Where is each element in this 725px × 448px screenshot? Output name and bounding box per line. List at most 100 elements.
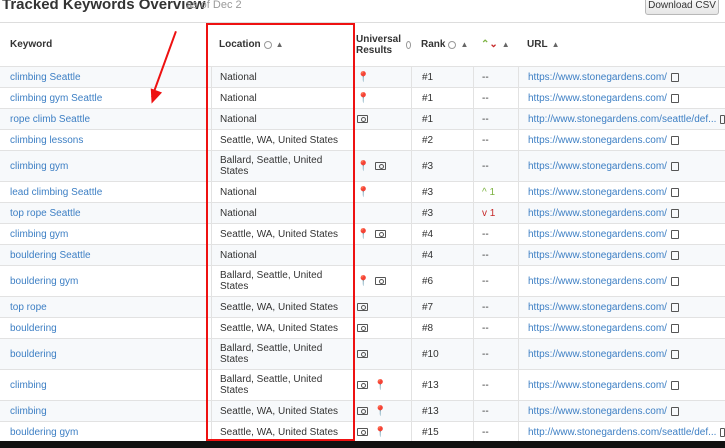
copy-icon[interactable] (670, 323, 679, 333)
change-value: -- (482, 301, 489, 313)
copy-icon[interactable] (670, 302, 679, 312)
universal-results-cell: 📍 (353, 88, 411, 108)
keyword-cell: top rope Seattle (0, 203, 211, 223)
copy-icon[interactable] (670, 187, 679, 197)
keyword-link[interactable]: bouldering Seattle (10, 250, 91, 261)
change-cell: -- (473, 245, 518, 265)
url-link[interactable]: https://www.stonegardens.com/ (528, 276, 667, 287)
url-link[interactable]: https://www.stonegardens.com/ (528, 72, 667, 83)
universal-results-cell (353, 297, 411, 317)
location-text: National (220, 71, 257, 83)
location-text: Seattle, WA, United States (220, 322, 339, 334)
keyword-link[interactable]: top rope (10, 302, 47, 313)
rank-value: #1 (422, 92, 434, 104)
url-link[interactable]: https://www.stonegardens.com/ (528, 380, 667, 391)
keyword-link[interactable]: climbing gym (10, 229, 68, 240)
sort-asc-icon[interactable]: ▲ (276, 39, 284, 50)
info-icon[interactable] (263, 40, 272, 49)
keyword-link[interactable]: top rope Seattle (10, 208, 81, 219)
location-text: National (220, 207, 257, 219)
keyword-link[interactable]: bouldering (10, 323, 57, 334)
url-link[interactable]: https://www.stonegardens.com/ (528, 93, 667, 104)
column-header-universal-results[interactable]: Universal Results (353, 23, 411, 66)
location-text: National (220, 92, 257, 104)
url-link[interactable]: https://www.stonegardens.com/ (528, 250, 667, 261)
change-value: -- (482, 405, 489, 417)
copy-icon[interactable] (670, 72, 679, 82)
copy-icon[interactable] (720, 427, 725, 437)
copy-icon[interactable] (670, 93, 679, 103)
copy-icon[interactable] (670, 349, 679, 359)
keyword-link[interactable]: climbing gym Seattle (10, 93, 102, 104)
url-link[interactable]: https://www.stonegardens.com/ (528, 229, 667, 240)
keyword-link[interactable]: bouldering (10, 349, 57, 360)
change-value: v 1 (482, 207, 496, 219)
url-link[interactable]: https://www.stonegardens.com/ (528, 187, 667, 198)
copy-icon[interactable] (670, 161, 679, 171)
copy-icon[interactable] (670, 380, 679, 390)
change-down-icon: ⌄ (489, 39, 498, 50)
column-header-rank[interactable]: Rank ▲ (411, 23, 473, 66)
location-cell: Seattle, WA, United States (211, 401, 353, 421)
url-cell: https://www.stonegardens.com/ (518, 67, 725, 87)
change-cell: -- (473, 109, 518, 129)
url-link[interactable]: https://www.stonegardens.com/ (528, 161, 667, 172)
copy-icon[interactable] (670, 229, 679, 239)
rank-value: #1 (422, 71, 434, 83)
rank-value: #15 (422, 426, 439, 438)
location-cell: National (211, 182, 353, 202)
keyword-link[interactable]: lead climbing Seattle (10, 187, 102, 198)
copy-icon[interactable] (720, 114, 725, 124)
change-cell: -- (473, 297, 518, 317)
keyword-link[interactable]: climbing gym (10, 161, 68, 172)
universal-results-cell: 📍 (353, 401, 411, 421)
url-cell: https://www.stonegardens.com/ (518, 224, 725, 244)
camera-icon (357, 381, 368, 389)
keyword-link[interactable]: bouldering gym (10, 427, 78, 438)
url-cell: https://www.stonegardens.com/ (518, 88, 725, 108)
sort-asc-icon[interactable]: ▲ (552, 40, 560, 49)
url-link[interactable]: https://www.stonegardens.com/ (528, 135, 667, 146)
table-row: climbing gym Ballard, Seattle, United Sta… (0, 151, 725, 182)
url-link[interactable]: http://www.stonegardens.com/seattle/def.… (528, 114, 716, 125)
keyword-link[interactable]: climbing Seattle (10, 72, 81, 83)
universal-results-cell: 📍 (353, 182, 411, 202)
copy-icon[interactable] (670, 276, 679, 286)
rank-value: #13 (422, 379, 439, 391)
camera-icon (375, 230, 387, 238)
location-text: Ballard, Seattle, United States (220, 270, 323, 292)
copy-icon[interactable] (670, 208, 679, 218)
keyword-link[interactable]: bouldering gym (10, 276, 78, 287)
copy-icon[interactable] (670, 135, 679, 145)
map-pin-icon: 📍 (357, 92, 370, 104)
column-header-change[interactable]: ⌃ ⌄ ▲ (473, 23, 518, 66)
location-cell: Seattle, WA, United States (211, 422, 353, 442)
table-row: climbing lessons Seattle, WA, United Stat… (0, 130, 725, 151)
url-link[interactable]: http://www.stonegardens.com/seattle/def.… (528, 427, 716, 438)
url-link[interactable]: https://www.stonegardens.com/ (528, 349, 667, 360)
rank-value: #4 (422, 228, 434, 240)
keyword-link[interactable]: climbing lessons (10, 135, 83, 146)
copy-icon[interactable] (670, 250, 679, 260)
column-header-url[interactable]: URL ▲ (518, 23, 725, 66)
rank-cell: #1 (411, 109, 473, 129)
sort-asc-icon[interactable]: ▲ (460, 40, 468, 49)
url-link[interactable]: https://www.stonegardens.com/ (528, 406, 667, 417)
column-header-url-label: URL (527, 39, 548, 50)
download-csv-button[interactable]: Download CSV (645, 0, 719, 15)
keyword-link[interactable]: climbing (10, 406, 47, 417)
header-bar: Tracked Keywords Overview as of Dec 2 Do… (0, 0, 725, 20)
keyword-link[interactable]: rope climb Seattle (10, 114, 90, 125)
rank-value: #1 (422, 113, 434, 125)
url-link[interactable]: https://www.stonegardens.com/ (528, 302, 667, 313)
column-header-keyword[interactable]: Keyword (0, 23, 211, 66)
keyword-link[interactable]: climbing (10, 380, 47, 391)
change-up-icon: ⌃ (481, 39, 490, 50)
table-row: lead climbing Seattle National 📍 #3 ^ 1 https… (0, 182, 725, 203)
column-header-location[interactable]: Location ▲ (211, 23, 353, 66)
sort-asc-icon[interactable]: ▲ (502, 40, 510, 49)
url-link[interactable]: https://www.stonegardens.com/ (528, 208, 667, 219)
copy-icon[interactable] (670, 406, 679, 416)
info-icon[interactable] (448, 40, 457, 49)
url-link[interactable]: https://www.stonegardens.com/ (528, 323, 667, 334)
